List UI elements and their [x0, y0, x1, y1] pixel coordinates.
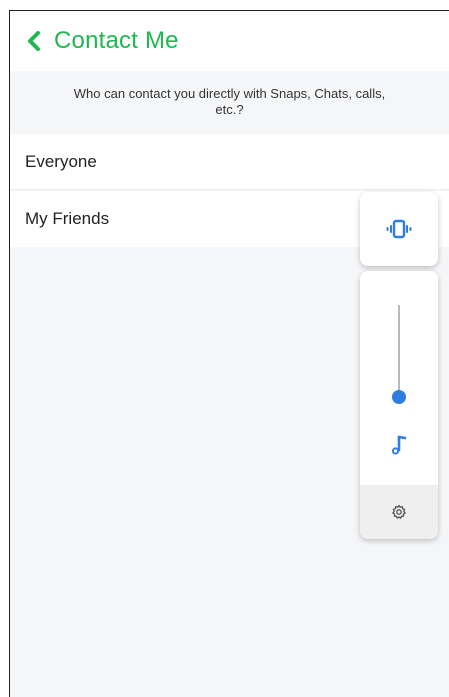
volume-panel: [360, 271, 438, 539]
option-everyone[interactable]: Everyone: [10, 134, 449, 190]
sound-settings-button[interactable]: [360, 485, 438, 539]
volume-slider-track[interactable]: [398, 305, 400, 397]
volume-slider-thumb[interactable]: [392, 390, 406, 404]
option-label: Everyone: [25, 151, 97, 171]
ringer-mode-button[interactable]: [360, 192, 438, 266]
header-bar: Contact Me: [10, 11, 449, 71]
back-button[interactable]: [16, 11, 52, 71]
music-note-icon[interactable]: [389, 435, 409, 457]
app-screen: Contact Me Who can contact you directly …: [9, 10, 449, 697]
page-title: Contact Me: [54, 27, 179, 54]
description-text: Who can contact you directly with Snaps,…: [73, 86, 386, 117]
gear-icon: [392, 504, 406, 519]
description-section: Who can contact you directly with Snaps,…: [10, 71, 449, 133]
option-label: My Friends: [25, 209, 110, 228]
chevron-left-icon: [28, 31, 40, 51]
vibrate-icon: [386, 219, 412, 239]
